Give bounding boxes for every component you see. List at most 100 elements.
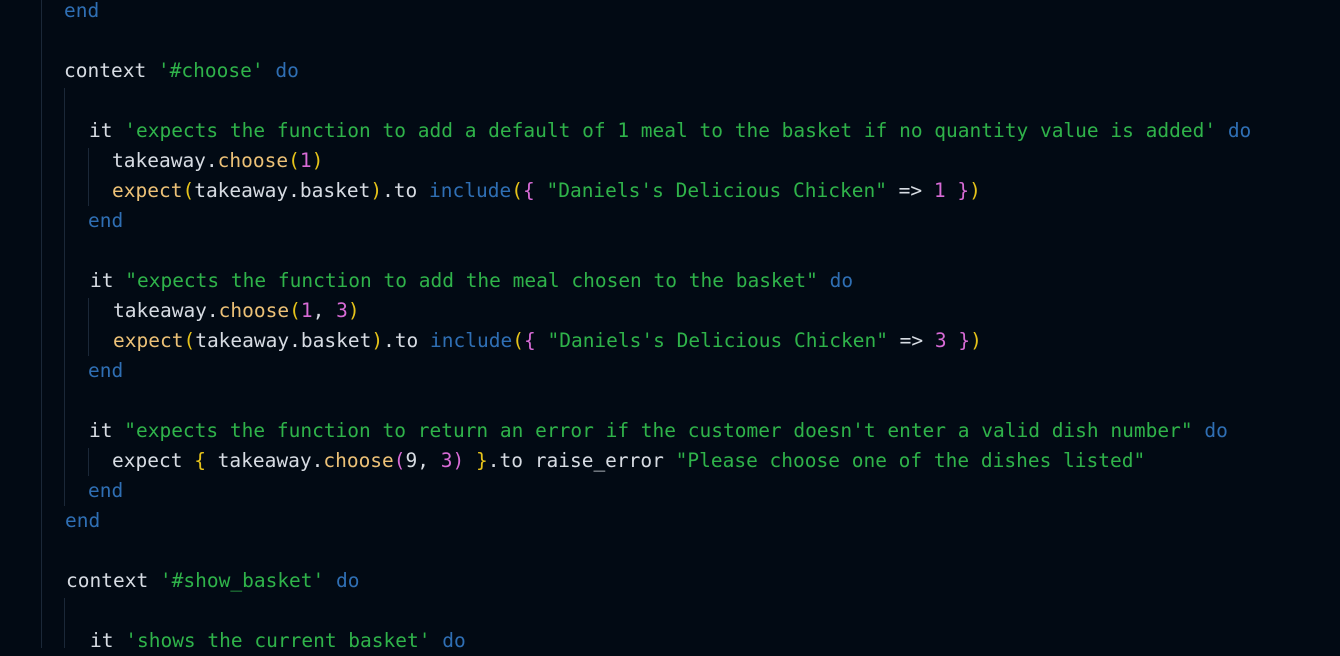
code-token: 1 (299, 149, 312, 172)
code-token: do (442, 629, 466, 652)
code-token: include (430, 329, 513, 352)
code-line[interactable]: it 'expects the function to add a defaul… (89, 116, 1251, 146)
code-token: do (336, 569, 360, 592)
code-token: do (275, 59, 299, 82)
code-token: it (89, 119, 125, 142)
code-line[interactable]: end (88, 206, 123, 236)
code-token: expect (113, 329, 184, 352)
code-token: takeaway. (113, 299, 219, 322)
indent-guide (64, 88, 65, 506)
indent-guide (88, 298, 89, 356)
code-token: , (312, 299, 337, 322)
code-token: it (90, 269, 126, 292)
code-token: ) (347, 299, 360, 322)
code-token: ) (371, 329, 384, 352)
code-token: do (829, 269, 854, 292)
indent-guide (41, 0, 42, 648)
code-token: 3 (440, 449, 453, 472)
code-line[interactable]: expect(takeaway.basket).to include({ "Da… (112, 176, 981, 206)
code-token: ) (452, 449, 465, 472)
indent-guide (64, 598, 65, 648)
code-token: end (88, 479, 124, 502)
code-token: ) (370, 179, 383, 202)
code-token: 9 (405, 449, 418, 472)
code-token: choose (323, 449, 394, 472)
code-line[interactable]: end (64, 0, 99, 26)
code-token: takeaway.basket (194, 179, 371, 202)
code-token: ( (511, 179, 523, 202)
code-token: end (65, 509, 101, 532)
code-token: end (88, 359, 124, 382)
code-line[interactable]: takeaway.choose(1) (112, 146, 323, 176)
code-token: 'expects the function to add a default o… (124, 119, 1217, 142)
code-token: ) (969, 179, 981, 202)
code-line[interactable]: end (88, 356, 123, 386)
code-line[interactable]: context '#choose' do (64, 56, 299, 86)
code-token: "Daniels's Delicious Chicken" (546, 179, 887, 202)
code-token: { (522, 179, 535, 202)
code-line[interactable]: takeaway.choose(1, 3) (113, 296, 360, 326)
code-token: } (958, 329, 971, 352)
code-token: '#choose' (157, 59, 264, 82)
code-token: "expects the function to add the meal ch… (125, 269, 818, 292)
code-token: ( (182, 179, 195, 202)
code-line[interactable]: end (65, 506, 100, 536)
code-token: 3 (934, 329, 947, 352)
code-token: do (1227, 119, 1252, 142)
code-token: takeaway. (205, 449, 324, 472)
code-token: ) (970, 329, 982, 352)
code-line[interactable]: it "expects the function to return an er… (89, 416, 1228, 446)
code-line[interactable]: it 'shows the current basket' do (90, 626, 466, 656)
code-token: 'shows the current basket' (125, 629, 431, 652)
code-editor[interactable]: end context '#choose' do it 'expects the f… (0, 0, 1340, 652)
code-token: , (417, 449, 441, 472)
code-token: takeaway.basket (195, 329, 372, 352)
indent-guide (88, 448, 89, 476)
code-token: 1 (300, 299, 313, 322)
code-token: "Please choose one of the dishes listed" (675, 449, 1146, 472)
code-line[interactable]: it "expects the function to add the meal… (90, 266, 853, 296)
code-line[interactable]: end (88, 476, 123, 506)
code-token: context (64, 59, 158, 82)
code-token: do (1204, 419, 1228, 442)
code-token: expect (112, 179, 183, 202)
code-token: end (64, 0, 100, 22)
code-token: '#show_basket' (159, 569, 325, 592)
code-token: { (194, 449, 206, 472)
code-token: } (957, 179, 970, 202)
indent-guide (88, 148, 89, 206)
code-token: ( (393, 449, 406, 472)
code-token: context (66, 569, 160, 592)
code-token: ( (288, 149, 300, 172)
code-token: choose (217, 149, 289, 172)
code-token: } (476, 449, 488, 472)
code-token: "expects the function to return an error… (124, 419, 1193, 442)
code-line[interactable]: expect { takeaway.choose(9, 3) }.to rais… (112, 446, 1145, 476)
code-token: => (886, 179, 934, 202)
code-token: end (88, 209, 124, 232)
code-token: it (89, 419, 125, 442)
code-token: .to (382, 179, 430, 202)
code-token: ( (512, 329, 524, 352)
code-line[interactable]: expect(takeaway.basket).to include({ "Da… (113, 326, 982, 356)
code-token: .to (383, 329, 431, 352)
code-line[interactable]: context '#show_basket' do (66, 566, 360, 596)
code-token: choose (218, 299, 290, 322)
code-token: ( (289, 299, 301, 322)
code-token: it (90, 629, 126, 652)
code-token: include (429, 179, 512, 202)
code-token: => (887, 329, 935, 352)
code-token: ( (183, 329, 196, 352)
code-token: expect (112, 449, 195, 472)
